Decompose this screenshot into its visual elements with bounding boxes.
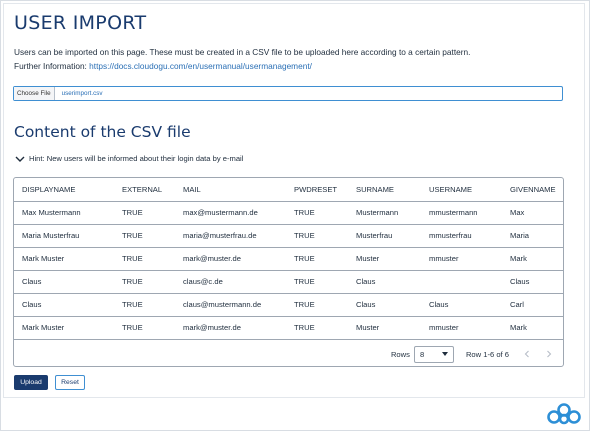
table-cell: Mark Muster	[14, 247, 114, 271]
page-title: USER IMPORT	[14, 12, 147, 34]
table-cell: TRUE	[114, 247, 175, 271]
table-cell: Maria	[502, 224, 563, 248]
table-cell: mmuster	[421, 316, 502, 340]
rows-label: Rows	[390, 349, 410, 359]
table-cell: Claus	[348, 270, 421, 294]
hint-toggle[interactable]: Hint: New users will be informed about t…	[15, 154, 243, 163]
table-cell: Claus	[14, 270, 114, 294]
table-cell: TRUE	[114, 316, 175, 340]
table-cell: TRUE	[114, 224, 175, 248]
table-row: Maria Musterfrau TRUE maria@musterfrau.d…	[14, 224, 563, 248]
rows-per-page-select[interactable]: 8	[413, 345, 454, 363]
table-cell: Mustermann	[348, 201, 421, 225]
selected-file-name: userimport.csv	[61, 90, 103, 97]
column-header[interactable]: EXTERNAL	[114, 178, 175, 202]
table-cell: Claus	[14, 293, 114, 317]
table-cell: mark@muster.de	[175, 247, 286, 271]
intro-text: Users can be imported on this page. Thes…	[14, 46, 470, 73]
cloudogu-logo-icon	[547, 403, 581, 425]
content-panel: USER IMPORT Users can be imported on thi…	[3, 3, 585, 398]
row-range: Row 1-6 of 6	[465, 349, 509, 359]
caret-down-icon	[441, 352, 448, 356]
reset-button[interactable]: Reset	[55, 375, 85, 390]
column-header[interactable]: DISPLAYNAME	[14, 178, 114, 202]
choose-file-button[interactable]: Choose File	[14, 87, 55, 100]
chevron-right-icon[interactable]	[545, 350, 553, 358]
csv-table: DISPLAYNAME EXTERNAL MAIL PWDRESET SURNA…	[13, 177, 564, 367]
further-info-line: Further Information: https://docs.cloudo…	[14, 60, 470, 74]
pagination: Rows 8 Row 1-6 of 6	[14, 342, 563, 366]
upload-button[interactable]: Upload	[14, 375, 48, 390]
table-header-row: DISPLAYNAME EXTERNAL MAIL PWDRESET SURNA…	[14, 178, 563, 202]
column-header[interactable]: USERNAME	[421, 178, 502, 202]
table-cell	[421, 270, 502, 294]
table-cell: Max Mustermann	[14, 201, 114, 225]
table-row: Mark Muster TRUE mark@muster.de TRUE Mus…	[14, 247, 563, 271]
csv-section-title: Content of the CSV file	[14, 123, 191, 141]
table-cell: TRUE	[286, 293, 348, 317]
column-header[interactable]: SURNAME	[348, 178, 421, 202]
further-info-label: Further Information:	[14, 60, 90, 71]
column-header[interactable]: GIVENNAME	[502, 178, 563, 202]
table-cell: mmuster	[421, 247, 502, 271]
hint-text: Hint: New users will be informed about t…	[29, 154, 244, 163]
table-cell: Mark Muster	[14, 316, 114, 340]
table-cell: Claus	[348, 293, 421, 317]
chevron-left-icon[interactable]	[523, 350, 531, 358]
table-row: Claus TRUE claus@c.de TRUE Claus Claus	[14, 270, 563, 294]
table-row: Max Mustermann TRUE max@mustermann.de TR…	[14, 201, 563, 225]
table-cell: Muster	[348, 247, 421, 271]
table-cell: Carl	[502, 293, 563, 317]
table-cell: claus@mustermann.de	[175, 293, 286, 317]
chevron-down-icon	[15, 156, 25, 162]
table-cell: TRUE	[114, 293, 175, 317]
docs-link[interactable]: https://docs.cloudogu.com/en/usermanual/…	[89, 61, 312, 71]
table-cell: Maria Musterfrau	[14, 224, 114, 248]
table-cell: Muster	[348, 316, 421, 340]
table-cell: claus@c.de	[175, 270, 286, 294]
intro-line: Users can be imported on this page. Thes…	[14, 47, 471, 57]
table-cell: Claus	[502, 270, 563, 294]
table-cell: maria@musterfrau.de	[175, 224, 286, 248]
table-cell: Max	[502, 201, 563, 225]
table-row: Claus TRUE claus@mustermann.de TRUE Clau…	[14, 293, 563, 317]
table-cell: mmustermann	[421, 201, 502, 225]
table-cell: TRUE	[286, 247, 348, 271]
table-cell: Claus	[421, 293, 502, 317]
table-cell: TRUE	[286, 224, 348, 248]
table-cell: mark@muster.de	[175, 316, 286, 340]
table-cell: Mark	[502, 247, 563, 271]
table-cell: max@mustermann.de	[175, 201, 286, 225]
file-input[interactable]: Choose File userimport.csv	[13, 86, 563, 101]
table-cell: Musterfrau	[348, 224, 421, 248]
table-cell: TRUE	[114, 201, 175, 225]
table-cell: TRUE	[286, 270, 348, 294]
table-cell: TRUE	[286, 201, 348, 225]
column-header[interactable]: MAIL	[175, 178, 286, 202]
table-cell: TRUE	[114, 270, 175, 294]
table-cell: Mark	[502, 316, 563, 340]
table-cell: mmusterfrau	[421, 224, 502, 248]
table-cell: TRUE	[286, 316, 348, 340]
rows-per-page-value: 8	[419, 349, 425, 359]
column-header[interactable]: PWDRESET	[286, 178, 348, 202]
table-row: Mark Muster TRUE mark@muster.de TRUE Mus…	[14, 316, 563, 340]
